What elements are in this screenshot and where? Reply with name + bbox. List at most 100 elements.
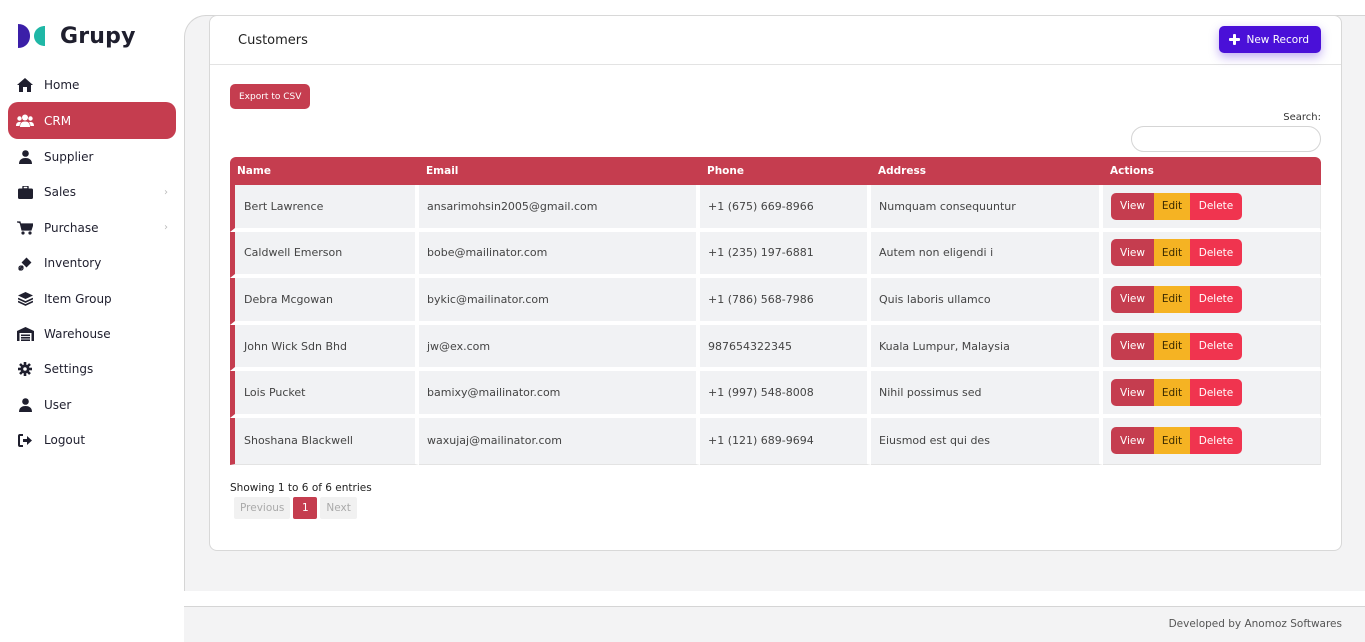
view-button[interactable]: View	[1111, 192, 1154, 220]
column-header-phone[interactable]: Phone	[700, 157, 871, 185]
sidebar-item-supplier[interactable]: Supplier	[8, 139, 176, 174]
table-row: Shoshana Blackwell waxujaj@mailinator.co…	[230, 417, 1321, 465]
edit-button[interactable]: Edit	[1154, 427, 1190, 455]
sidebar: Grupy Home CRM Supplier Sales › Purchase…	[0, 0, 184, 642]
cell-address: Autem non eligendi i	[871, 231, 1103, 279]
sidebar-nav: Home CRM Supplier Sales › Purchase › Inv…	[8, 67, 176, 458]
pagination-previous[interactable]: Previous	[234, 497, 291, 519]
table-row: Caldwell Emerson bobe@mailinator.com +1 …	[230, 231, 1321, 279]
cell-actions: View Edit Delete	[1103, 231, 1321, 279]
cell-actions: View Edit Delete	[1103, 278, 1321, 325]
cell-name: John Wick Sdn Bhd	[230, 324, 419, 372]
table-row: Lois Pucket bamixy@mailinator.com +1 (99…	[230, 371, 1321, 418]
footer: Developed by Anomoz Softwares	[184, 606, 1365, 642]
view-button[interactable]: View	[1111, 379, 1154, 407]
user-icon	[16, 396, 34, 414]
view-button[interactable]: View	[1111, 332, 1154, 360]
sidebar-item-inventory[interactable]: Inventory	[8, 246, 176, 281]
briefcase-icon	[16, 183, 34, 201]
search-label: Search:	[1283, 112, 1321, 123]
sidebar-item-label: Logout	[44, 433, 86, 448]
delete-button[interactable]: Delete	[1190, 285, 1242, 313]
cell-address: Eiusmod est qui des	[871, 417, 1103, 465]
sidebar-item-label: Item Group	[44, 291, 112, 306]
cell-phone: 987654322345	[700, 324, 871, 372]
sidebar-item-label: Settings	[44, 362, 94, 377]
customers-card: Customers New Record Export to CSV Searc…	[209, 15, 1342, 551]
edit-button[interactable]: Edit	[1154, 239, 1190, 267]
home-icon	[16, 76, 34, 94]
gear-icon	[16, 360, 34, 378]
sidebar-item-label: Sales	[44, 185, 76, 200]
plus-icon	[1229, 34, 1241, 45]
cell-phone: +1 (235) 197-6881	[700, 231, 871, 279]
edit-button[interactable]: Edit	[1154, 379, 1190, 407]
delete-button[interactable]: Delete	[1190, 427, 1242, 455]
sidebar-item-purchase[interactable]: Purchase ›	[8, 210, 176, 245]
customers-table: Name Email Phone Address Actions Bert La…	[230, 157, 1321, 465]
export-csv-button[interactable]: Export to CSV	[230, 84, 311, 109]
cell-name: Caldwell Emerson	[230, 231, 419, 279]
delete-button[interactable]: Delete	[1190, 239, 1242, 267]
sidebar-item-label: Supplier	[44, 150, 94, 165]
table-header-row: Name Email Phone Address Actions	[230, 157, 1321, 185]
cell-actions: View Edit Delete	[1103, 185, 1321, 232]
brand[interactable]: Grupy	[16, 22, 136, 50]
users-icon	[16, 112, 34, 130]
sidebar-item-logout[interactable]: Logout	[8, 423, 176, 458]
cell-email: bykic@mailinator.com	[419, 278, 700, 325]
edit-button[interactable]: Edit	[1154, 332, 1190, 360]
pagination: Previous 1 Next	[234, 497, 357, 519]
table-row: John Wick Sdn Bhd jw@ex.com 987654322345…	[230, 324, 1321, 372]
card-header: Customers New Record	[210, 16, 1341, 65]
sidebar-item-warehouse[interactable]: Warehouse	[8, 316, 176, 351]
footer-credit: Developed by Anomoz Softwares	[1168, 618, 1342, 630]
cell-address: Kuala Lumpur, Malaysia	[871, 324, 1103, 372]
brand-name: Grupy	[60, 23, 136, 49]
search-input[interactable]	[1131, 126, 1321, 152]
delete-button[interactable]: Delete	[1190, 192, 1242, 220]
cell-email: ansarimohsin2005@gmail.com	[419, 185, 700, 232]
user-icon	[16, 148, 34, 166]
cell-actions: View Edit Delete	[1103, 371, 1321, 418]
new-record-button[interactable]: New Record	[1219, 26, 1321, 53]
pagination-page-1[interactable]: 1	[293, 497, 318, 519]
view-button[interactable]: View	[1111, 239, 1154, 267]
sidebar-item-home[interactable]: Home	[8, 67, 176, 102]
cell-phone: +1 (786) 568-7986	[700, 278, 871, 325]
sidebar-item-crm[interactable]: CRM	[8, 102, 176, 140]
sidebar-item-item-group[interactable]: Item Group	[8, 281, 176, 316]
sidebar-item-settings[interactable]: Settings	[8, 352, 176, 387]
sidebar-item-label: User	[44, 397, 72, 412]
view-button[interactable]: View	[1111, 427, 1154, 455]
cell-phone: +1 (997) 548-8008	[700, 371, 871, 418]
cell-name: Lois Pucket	[230, 371, 419, 418]
sidebar-item-user[interactable]: User	[8, 387, 176, 422]
cell-email: jw@ex.com	[419, 324, 700, 372]
action-group: View Edit Delete	[1111, 332, 1242, 360]
sidebar-item-sales[interactable]: Sales ›	[8, 175, 176, 210]
edit-button[interactable]: Edit	[1154, 192, 1190, 220]
pagination-next[interactable]: Next	[320, 497, 357, 519]
action-group: View Edit Delete	[1111, 427, 1242, 455]
sidebar-item-label: Warehouse	[44, 327, 111, 342]
cell-email: waxujaj@mailinator.com	[419, 417, 700, 465]
sidebar-item-label: CRM	[44, 113, 72, 128]
cell-email: bamixy@mailinator.com	[419, 371, 700, 418]
cell-actions: View Edit Delete	[1103, 417, 1321, 465]
delete-button[interactable]: Delete	[1190, 379, 1242, 407]
view-button[interactable]: View	[1111, 285, 1154, 313]
sidebar-item-label: Inventory	[44, 256, 102, 271]
column-header-email[interactable]: Email	[419, 157, 700, 185]
edit-button[interactable]: Edit	[1154, 285, 1190, 313]
cell-email: bobe@mailinator.com	[419, 231, 700, 279]
column-header-name[interactable]: Name	[230, 157, 419, 185]
cell-name: Shoshana Blackwell	[230, 417, 419, 465]
page-title: Customers	[238, 33, 308, 48]
action-group: View Edit Delete	[1111, 239, 1242, 267]
action-group: View Edit Delete	[1111, 192, 1242, 220]
column-header-address[interactable]: Address	[871, 157, 1103, 185]
delete-button[interactable]: Delete	[1190, 332, 1242, 360]
cart-icon	[16, 219, 34, 237]
warehouse-icon	[16, 325, 34, 343]
